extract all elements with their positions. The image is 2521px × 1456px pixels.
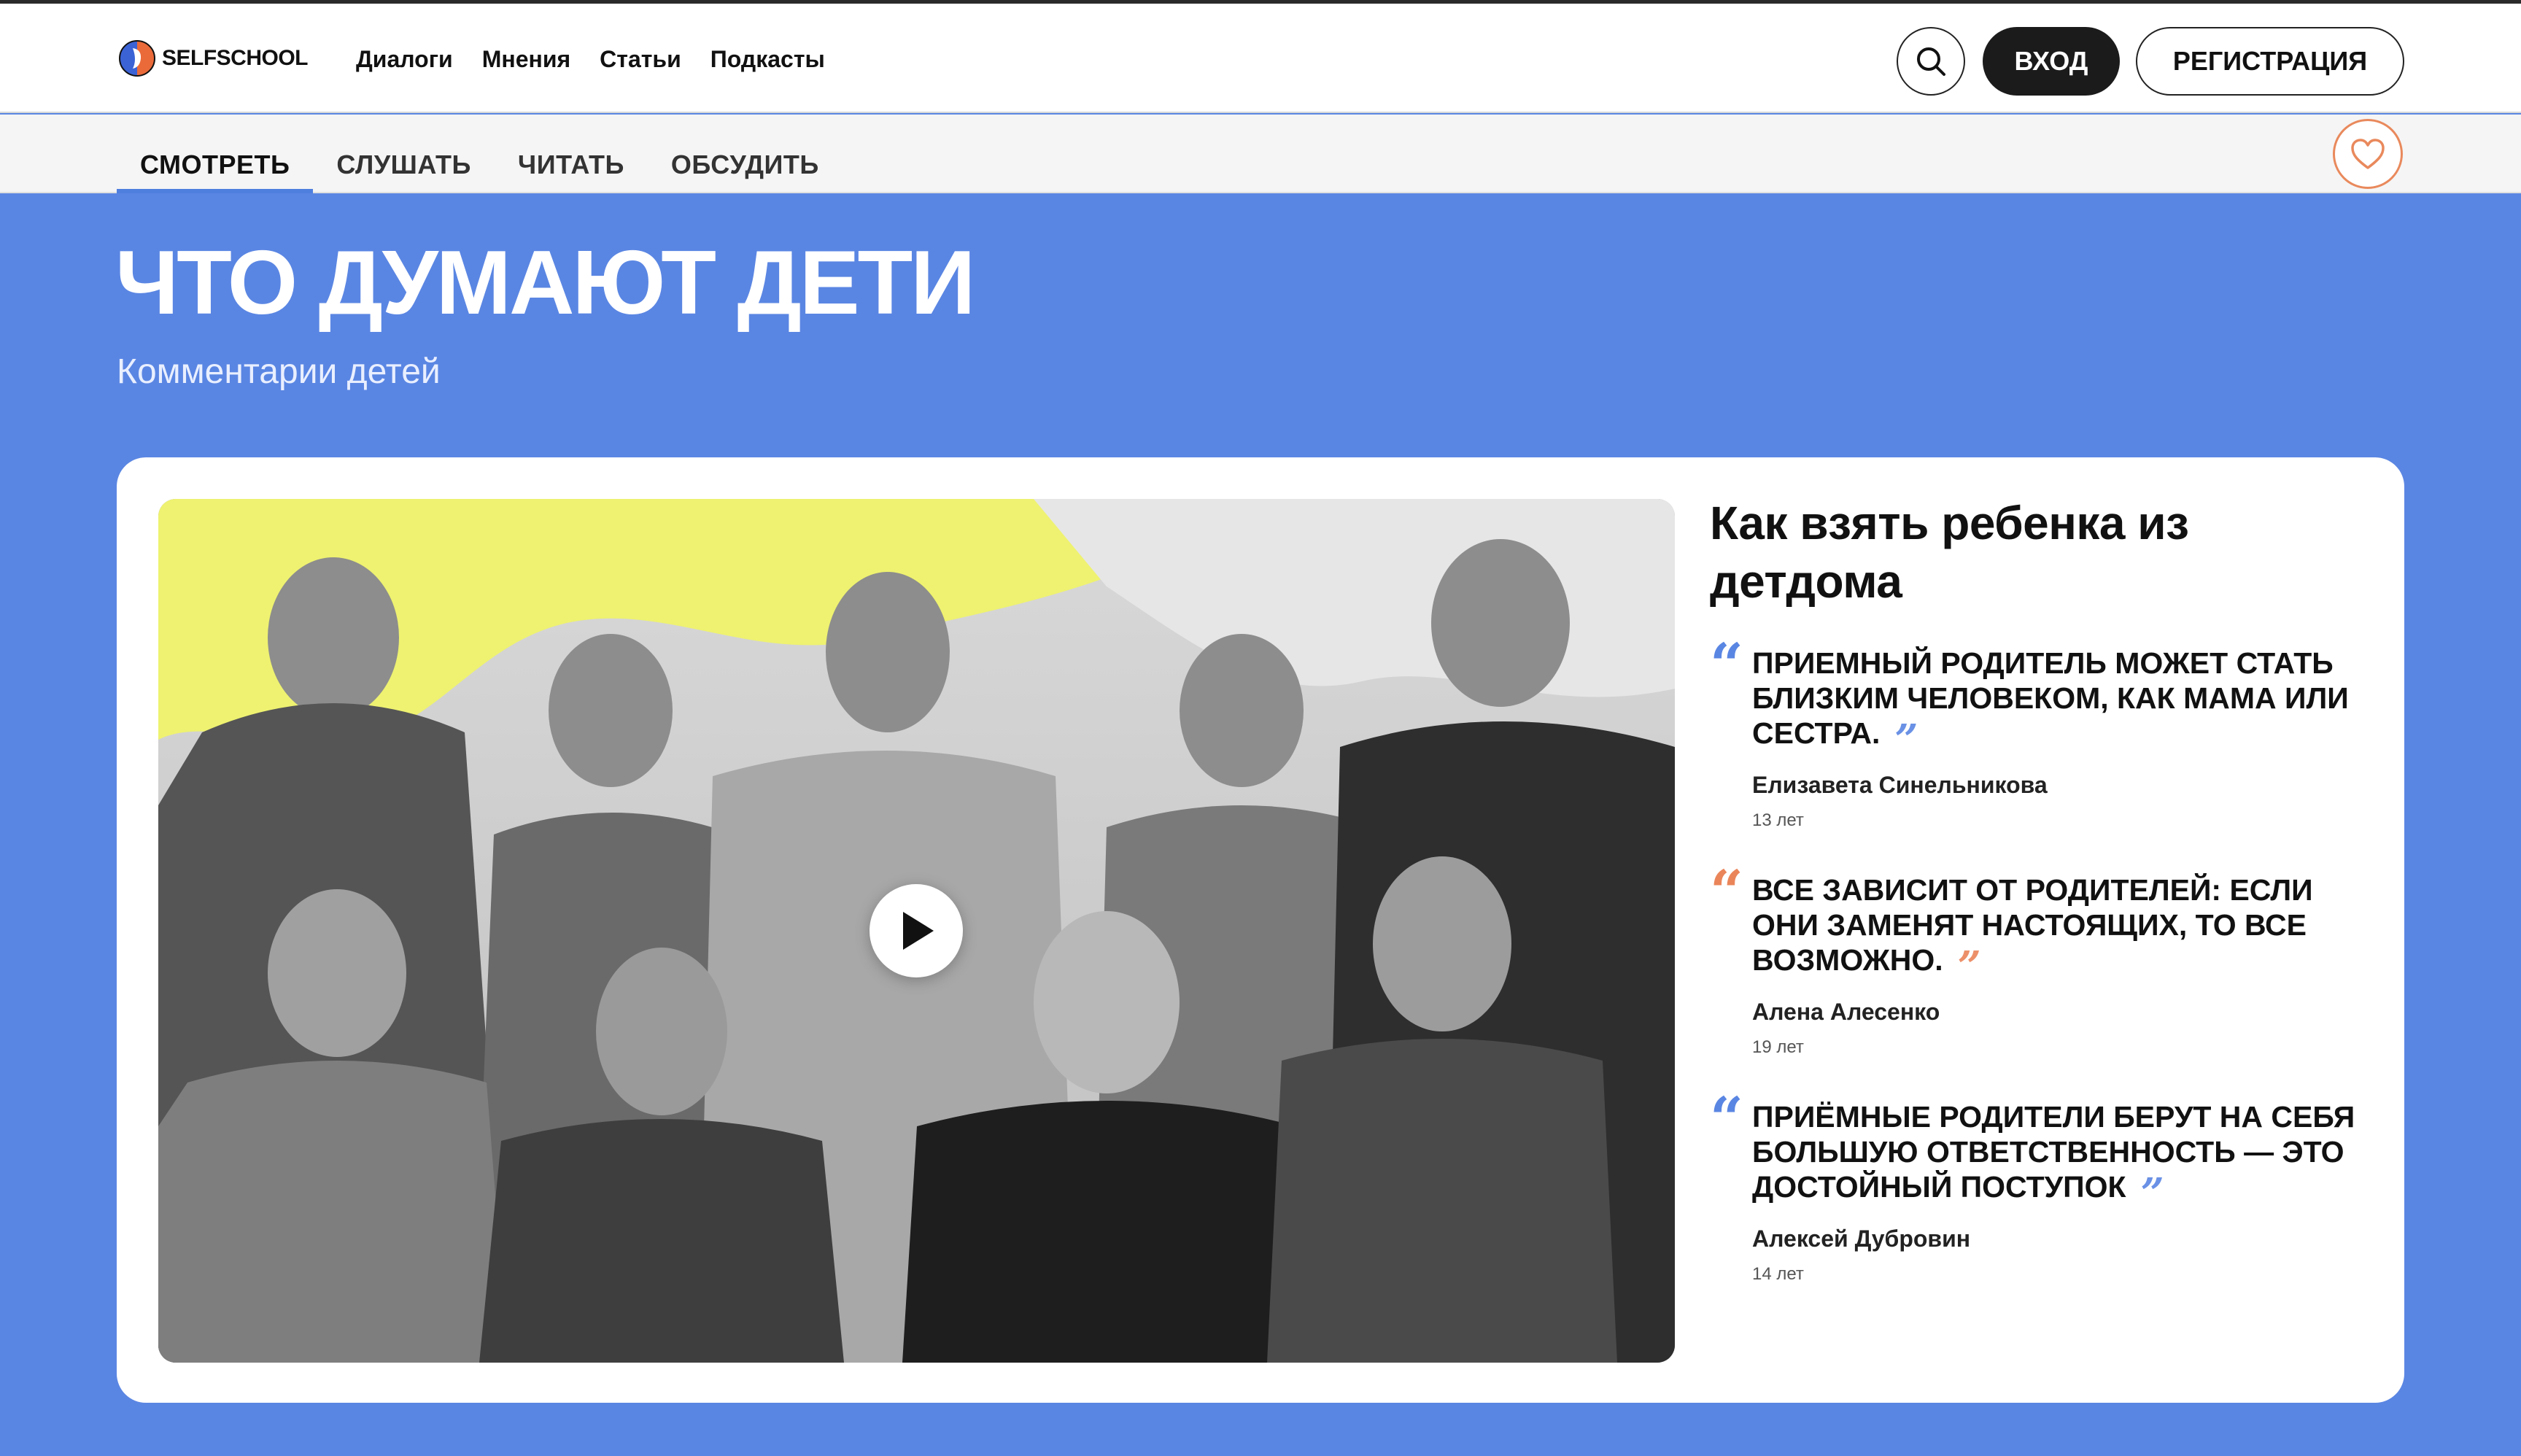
quote-open-icon: “ [1710,1084,1744,1153]
quote-close-icon: ” [2140,1169,2164,1217]
quote-author-age: 14 лет [1752,1264,1804,1284]
search-button[interactable] [1897,27,1965,96]
quote-open-icon: “ [1710,857,1744,926]
page-subtitle: Комментарии детей [117,352,441,391]
quote-close-icon: ” [1957,942,1981,991]
quote-author: Алена Алесенко [1752,999,1940,1025]
logo-text: SELFSCHOOL [162,46,309,70]
login-button[interactable]: ВХОД [1983,27,2120,96]
nav-link-articles[interactable]: Статьи [600,40,681,78]
quote-list: “ ПРИЕМНЫЙ РОДИТЕЛЬ МОЖЕТ СТАТЬ БЛИЗКИМ … [1710,630,2366,1285]
tab-discuss[interactable]: ОБСУДИТЬ [648,115,843,193]
card-title: Как взять ребенка из детдома [1710,497,2189,608]
quote-author: Елизавета Синельникова [1752,772,2048,798]
nav-link-podcasts[interactable]: Подкасты [710,40,825,78]
section-tabs: СМОТРЕТЬ СЛУШАТЬ ЧИТАТЬ ОБСУДИТЬ [117,115,843,193]
quote-close-icon: ” [1894,716,1918,764]
selfschool-logo-icon [119,40,155,77]
nav-link-opinions[interactable]: Мнения [482,40,570,78]
tab-read[interactable]: ЧИТАТЬ [495,115,648,193]
section-tabs-bar: СМОТРЕТЬ СЛУШАТЬ ЧИТАТЬ ОБСУДИТЬ [0,115,2521,193]
quote-author-age: 13 лет [1752,810,1804,830]
register-button[interactable]: РЕГИСТРАЦИЯ [2136,27,2404,96]
quote-item: “ ПРИЁМНЫЕ РОДИТЕЛИ БЕРУТ НА СЕБЯ БОЛЬШУ… [1710,1084,2366,1285]
video-player[interactable] [158,499,1675,1363]
quote-item: “ ПРИЕМНЫЙ РОДИТЕЛЬ МОЖЕТ СТАТЬ БЛИЗКИМ … [1710,630,2366,832]
play-icon [903,912,934,950]
tab-listen[interactable]: СЛУШАТЬ [313,115,495,193]
content-card: Как взять ребенка из детдома “ ПРИЕМНЫЙ … [117,457,2404,1403]
play-button[interactable] [870,884,963,977]
nav-link-dialogs[interactable]: Диалоги [356,40,453,78]
quote-text: ПРИЕМНЫЙ РОДИТЕЛЬ МОЖЕТ СТАТЬ БЛИЗКИМ ЧЕ… [1752,646,2349,750]
quotes-panel: Как взять ребенка из детдома “ ПРИЕМНЫЙ … [1710,494,2366,1326]
logo[interactable]: SELFSCHOOL [117,36,309,80]
site-header: SELFSCHOOL Диалоги Мнения Статьи Подкаст… [0,4,2521,113]
quote-text: ПРИЁМНЫЕ РОДИТЕЛИ БЕРУТ НА СЕБЯ БОЛЬШУЮ … [1752,1100,2355,1204]
quote-author-age: 19 лет [1752,1037,1804,1057]
search-icon [1917,47,1945,76]
tab-watch[interactable]: СМОТРЕТЬ [117,115,314,193]
page-title: ЧТО ДУМАЮТ ДЕТИ [115,233,975,333]
quote-text: ВСЕ ЗАВИСИТ ОТ РОДИТЕЛЕЙ: ЕСЛИ ОНИ ЗАМЕН… [1752,873,2313,977]
quote-author: Алексей Дубровин [1752,1225,1971,1252]
quote-open-icon: “ [1710,630,1744,699]
main-nav: Диалоги Мнения Статьи Подкасты [356,40,825,78]
quote-item: “ ВСЕ ЗАВИСИТ ОТ РОДИТЕЛЕЙ: ЕСЛИ ОНИ ЗАМ… [1710,857,2366,1058]
favorite-button[interactable] [2333,119,2403,189]
heart-icon [2351,139,2385,169]
